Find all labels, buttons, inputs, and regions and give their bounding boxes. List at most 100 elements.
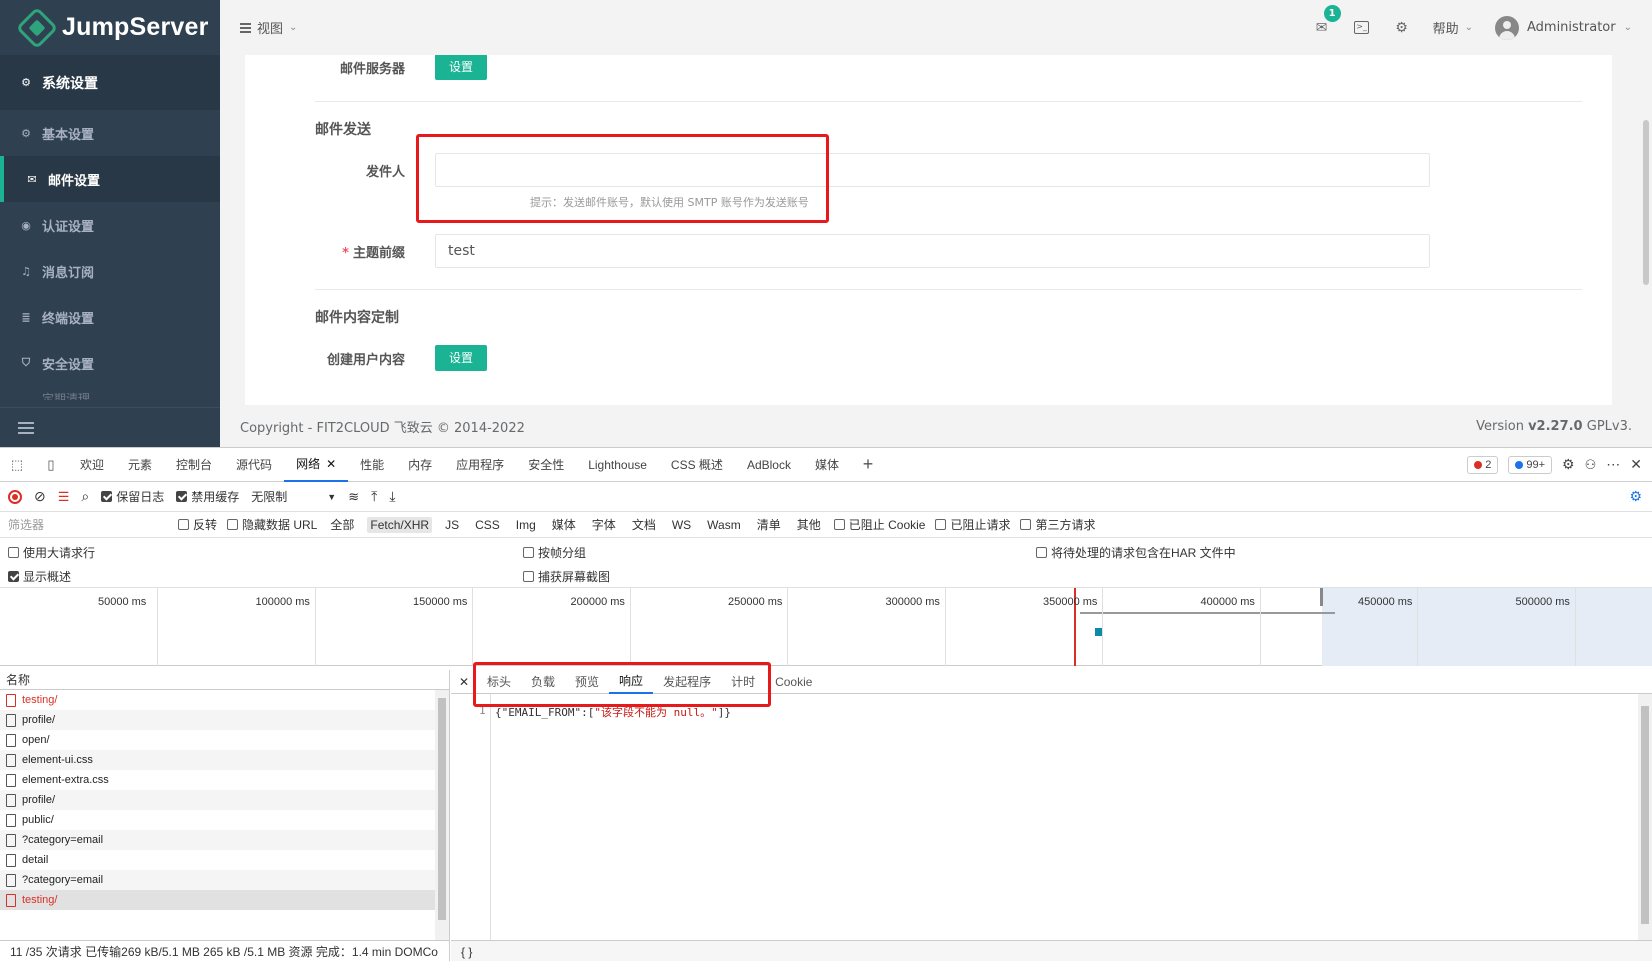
- sidebar-item-cleanup-partial[interactable]: 定期清理: [0, 386, 220, 400]
- scrollbar-thumb[interactable]: [438, 698, 446, 920]
- column-header-name[interactable]: 名称: [0, 670, 449, 690]
- filter-type-other[interactable]: 其他: [794, 515, 824, 534]
- group-by-frame-checkbox[interactable]: 按帧分组: [523, 544, 586, 561]
- sidebar-item-email-settings[interactable]: ✉ 邮件设置: [0, 156, 220, 202]
- tab-application[interactable]: 应用程序: [444, 448, 516, 482]
- show-overview-checkbox[interactable]: 显示概述: [8, 568, 71, 585]
- filter-type-doc[interactable]: 文档: [629, 515, 659, 534]
- mail-notification-button[interactable]: ✉ 1: [1313, 4, 1341, 37]
- network-conditions-icon[interactable]: ≋: [348, 489, 359, 505]
- request-row[interactable]: testing/: [0, 690, 449, 710]
- view-menu-button[interactable]: 视图 ⌄: [240, 18, 297, 37]
- big-request-rows-checkbox[interactable]: 使用大请求行: [8, 544, 95, 561]
- tab-css-overview[interactable]: CSS 概述: [659, 448, 735, 482]
- filter-type-ws[interactable]: WS: [669, 517, 694, 533]
- export-har-icon[interactable]: ⤓: [389, 488, 395, 505]
- blocked-requests-checkbox[interactable]: 已阻止请求: [935, 516, 1010, 533]
- close-icon[interactable]: ✕: [326, 457, 336, 471]
- filter-type-media[interactable]: 媒体: [549, 515, 579, 534]
- plus-icon[interactable]: +: [851, 454, 885, 475]
- pretty-print-button[interactable]: { }: [451, 940, 1652, 961]
- har-sensitive-checkbox[interactable]: 将待处理的请求包含在HAR 文件中: [1036, 544, 1236, 561]
- capture-screenshots-checkbox[interactable]: 捕获屏幕截图: [523, 568, 610, 585]
- tab-cookies[interactable]: Cookie: [765, 670, 822, 694]
- tab-lighthouse[interactable]: Lighthouse: [576, 448, 659, 482]
- request-row[interactable]: element-extra.css: [0, 770, 449, 790]
- web-terminal-button[interactable]: >_: [1353, 19, 1371, 37]
- sidebar-item-message-subscription[interactable]: ♫ 消息订阅: [0, 248, 220, 294]
- filter-type-manifest[interactable]: 清单: [754, 515, 784, 534]
- tab-security[interactable]: 安全性: [516, 448, 576, 482]
- request-row[interactable]: testing/: [0, 890, 449, 910]
- response-body[interactable]: 1 {"EMAIL_FROM":["该字段不能为 null。"]}: [451, 694, 1652, 940]
- gear-icon[interactable]: ⚙: [1562, 456, 1575, 473]
- tab-media[interactable]: 媒体: [803, 448, 851, 482]
- filter-type-css[interactable]: CSS: [472, 517, 503, 533]
- subject-prefix-input[interactable]: test: [435, 234, 1430, 268]
- logo[interactable]: JumpServer: [0, 0, 220, 55]
- request-list-scrollbar[interactable]: [435, 690, 449, 940]
- gear-icon[interactable]: ⚙: [1629, 488, 1642, 505]
- filter-icon[interactable]: ☰: [58, 489, 70, 505]
- tab-elements[interactable]: 元素: [116, 448, 164, 482]
- error-count-badge[interactable]: 2: [1467, 455, 1499, 474]
- request-row[interactable]: element-ui.css: [0, 750, 449, 770]
- request-row[interactable]: detail: [0, 850, 449, 870]
- tab-memory[interactable]: 内存: [396, 448, 444, 482]
- sidebar-item-auth-settings[interactable]: ◉ 认证设置: [0, 202, 220, 248]
- settings-button[interactable]: ⚙: [1393, 19, 1411, 37]
- sidebar-item-basic-settings[interactable]: ⚙ 基本设置: [0, 110, 220, 156]
- response-scrollbar[interactable]: [1638, 694, 1652, 940]
- filter-type-font[interactable]: 字体: [589, 515, 619, 534]
- help-menu-button[interactable]: 帮助 ⌄: [1433, 18, 1473, 37]
- hide-data-url-checkbox[interactable]: 隐藏数据 URL: [227, 516, 317, 533]
- throttle-select[interactable]: 无限制 ▼: [251, 488, 336, 505]
- filter-type-wasm[interactable]: Wasm: [704, 517, 744, 533]
- filter-type-img[interactable]: Img: [513, 517, 539, 533]
- tab-network[interactable]: 网络 ✕: [284, 448, 349, 482]
- sidebar-collapse-toggle[interactable]: [0, 407, 220, 447]
- request-row[interactable]: profile/: [0, 710, 449, 730]
- sidebar-header-system-settings[interactable]: ⚙ 系统设置: [0, 55, 220, 110]
- timeline-tick-label: 250000 ms: [728, 596, 783, 608]
- request-row[interactable]: public/: [0, 810, 449, 830]
- request-row[interactable]: ?category=email: [0, 830, 449, 850]
- mail-server-settings-button[interactable]: 设置: [435, 55, 488, 80]
- tab-sources[interactable]: 源代码: [224, 448, 284, 482]
- tab-adblock[interactable]: AdBlock: [735, 448, 803, 482]
- record-icon[interactable]: [8, 489, 22, 504]
- create-user-content-settings-button[interactable]: 设置: [435, 345, 488, 371]
- tab-console[interactable]: 控制台: [164, 448, 224, 482]
- tab-welcome[interactable]: 欢迎: [68, 448, 116, 482]
- sidebar-item-security-settings[interactable]: ⛉ 安全设置: [0, 340, 220, 386]
- tab-performance[interactable]: 性能: [348, 448, 396, 482]
- customize-icon[interactable]: ⚇: [1585, 457, 1597, 473]
- preserve-log-checkbox[interactable]: 保留日志: [101, 488, 164, 505]
- filter-type-js[interactable]: JS: [442, 517, 462, 533]
- timeline-range-grip[interactable]: [1320, 588, 1323, 606]
- device-toolbar-icon[interactable]: ▯: [34, 457, 68, 473]
- request-row[interactable]: ?category=email: [0, 870, 449, 890]
- third-party-checkbox[interactable]: 第三方请求: [1020, 516, 1096, 533]
- import-har-icon[interactable]: ⤒: [371, 488, 377, 505]
- more-options-icon[interactable]: ⋯: [1606, 456, 1620, 473]
- request-row[interactable]: open/: [0, 730, 449, 750]
- blocked-cookie-checkbox[interactable]: 已阻止 Cookie: [833, 516, 925, 533]
- clear-icon[interactable]: ⊘: [34, 488, 46, 505]
- scrollbar-thumb[interactable]: [1641, 706, 1649, 924]
- filter-type-all[interactable]: 全部: [327, 515, 357, 534]
- timeline-range-handle[interactable]: [1080, 612, 1335, 614]
- invert-checkbox[interactable]: 反转: [178, 516, 217, 533]
- search-icon[interactable]: ⌕: [81, 488, 89, 505]
- filter-type-fetch-xhr[interactable]: Fetch/XHR: [367, 516, 433, 533]
- request-row[interactable]: profile/: [0, 790, 449, 810]
- inspect-element-icon[interactable]: ⬚: [0, 457, 34, 473]
- sidebar-item-terminal-settings[interactable]: ≣ 终端设置: [0, 294, 220, 340]
- page-scrollbar[interactable]: [1643, 120, 1649, 285]
- disable-cache-checkbox[interactable]: 禁用缓存: [176, 488, 239, 505]
- message-count-badge[interactable]: 99+: [1508, 455, 1553, 474]
- network-overview-timeline[interactable]: 50000 ms 100000 ms 150000 ms 200000 ms 25000…: [0, 588, 1652, 666]
- close-icon[interactable]: ✕: [1630, 456, 1642, 473]
- user-menu[interactable]: Administrator ⌄: [1494, 15, 1632, 40]
- filter-input[interactable]: 筛选器: [8, 516, 168, 533]
